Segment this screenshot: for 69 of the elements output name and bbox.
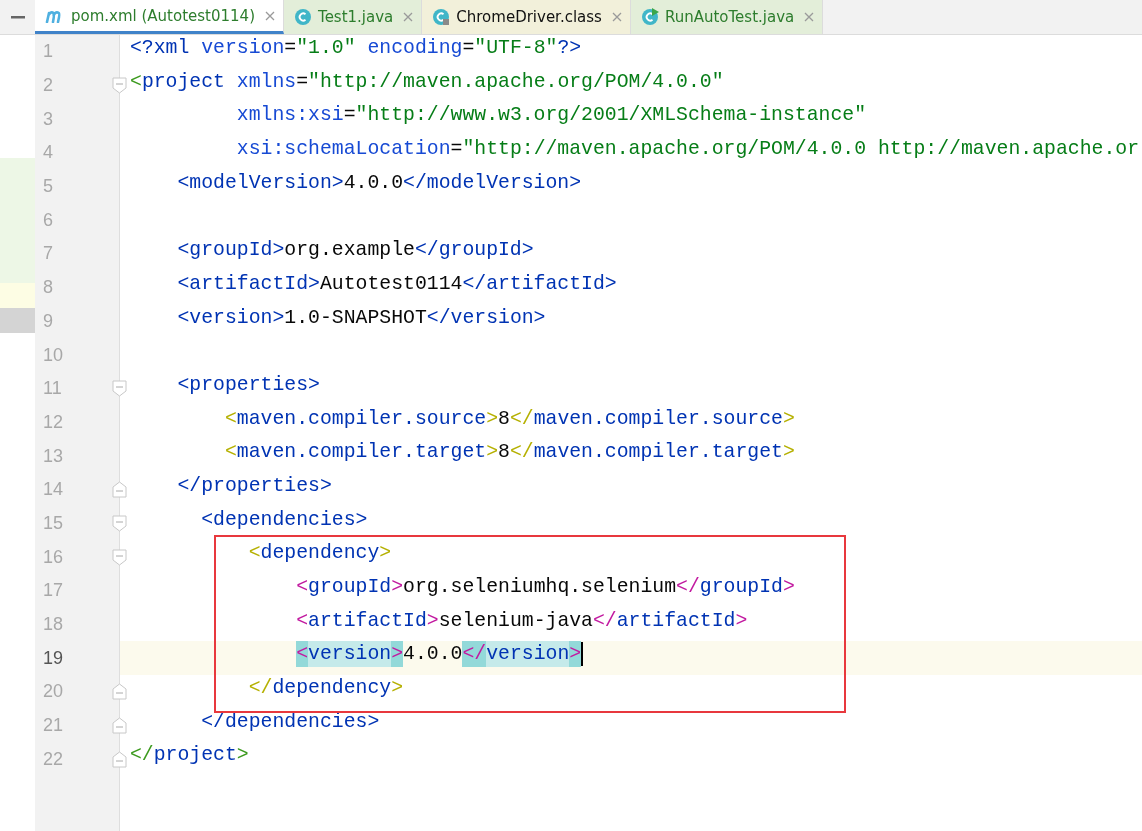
line-number: 10 <box>42 344 64 366</box>
line-number: 9 <box>42 310 53 332</box>
line-number: 17 <box>42 580 64 602</box>
editor-tab[interactable]: RunAutoTest.java <box>630 0 824 34</box>
fold-icon[interactable] <box>112 380 127 398</box>
code-line: </properties> <box>176 473 333 499</box>
code-line: </project> <box>129 743 250 769</box>
line-number: 14 <box>42 479 64 501</box>
minus-icon <box>10 15 25 19</box>
code-line: </dependency> <box>247 676 405 702</box>
fold-icon[interactable] <box>112 481 127 499</box>
code-line: <modelVersion>4.0.0</modelVersion> <box>176 170 583 196</box>
code-line: <groupId>org.example</groupId> <box>176 238 535 264</box>
line-number: 8 <box>42 277 53 299</box>
close-icon[interactable] <box>804 12 815 22</box>
matched-tag: </ <box>462 641 487 668</box>
line-number: 12 <box>42 411 64 433</box>
close-icon[interactable] <box>403 12 414 22</box>
matched-tag: < <box>296 641 309 668</box>
code-line: <version>1.0-SNAPSHOT</version> <box>176 305 547 331</box>
line-number: 22 <box>42 748 64 770</box>
code-line: <maven.compiler.source>8</maven.compiler.source> <box>223 406 796 432</box>
line-number: 5 <box>42 176 53 198</box>
code-line: xsi:schemaLocation="http://maven.apache.org/POM/4.0.0 http://maven.apache.or <box>235 137 1141 163</box>
line-number: 6 <box>42 209 53 231</box>
editor-tab[interactable]: pom.xml (Autotest0114) <box>35 0 284 34</box>
line-number: 20 <box>42 681 64 703</box>
line-number: 15 <box>42 512 64 534</box>
code-line: <dependencies> <box>200 507 369 533</box>
editor-tab[interactable]: ChromeDriver.class <box>422 0 631 34</box>
matched-tag: version <box>486 641 570 668</box>
code-line: <maven.compiler.target>8</maven.compiler.target> <box>223 440 796 466</box>
line-number: 7 <box>42 243 53 265</box>
fold-icon[interactable] <box>112 717 127 735</box>
class-icon <box>294 8 312 26</box>
code-line: <artifactId>selenium-java</artifactId> <box>295 608 749 634</box>
line-number: 19 <box>42 647 64 669</box>
class-icon <box>432 8 451 26</box>
line-number: 3 <box>42 108 53 130</box>
code-line: <dependency> <box>247 541 393 567</box>
code-line: </dependencies> <box>200 709 381 735</box>
line-number: 21 <box>42 715 64 737</box>
code-line: <groupId>org.seleniumhq.selenium</groupId> <box>295 575 796 600</box>
code-line: <artifactId>Autotest0114</artifactId> <box>176 271 618 297</box>
code-line: <?xml version="1.0" encoding="UTF-8"?> <box>129 36 583 61</box>
editor-tab[interactable]: Test1.java <box>284 0 423 34</box>
line-number: 18 <box>42 614 64 636</box>
matched-tag: > <box>391 641 404 668</box>
close-icon[interactable] <box>265 10 275 21</box>
text-cursor <box>581 642 584 667</box>
code-line: <project xmlns="http://maven.apache.org/POM/4.0.0" <box>129 69 725 95</box>
fold-icon[interactable] <box>112 548 127 566</box>
line-number: 16 <box>42 546 64 568</box>
line-number: 2 <box>42 75 53 97</box>
line-number: 1 <box>42 41 53 63</box>
code-line: xmlns:xsi="http://www.w3.org/2001/XMLSchema-instance" <box>235 103 867 129</box>
code-line: <properties> <box>176 372 321 398</box>
code-text: 4.0.0 <box>403 642 463 668</box>
close-icon[interactable] <box>611 12 622 22</box>
matched-tag: > <box>569 641 582 668</box>
matched-tag: version <box>308 641 392 668</box>
fold-icon[interactable] <box>112 514 127 532</box>
fold-icon[interactable] <box>112 750 127 768</box>
fold-icon[interactable] <box>112 77 127 95</box>
line-number: 4 <box>42 142 53 164</box>
line-number: 11 <box>42 378 62 400</box>
fold-icon[interactable] <box>112 683 127 701</box>
line-number: 13 <box>42 445 64 467</box>
class-icon <box>640 8 659 26</box>
